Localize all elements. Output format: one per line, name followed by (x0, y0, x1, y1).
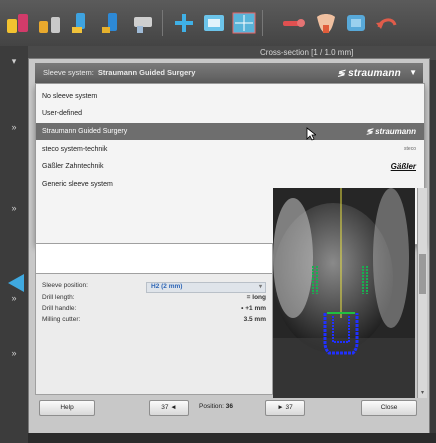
combo-logo-text: straumann (348, 68, 401, 79)
add-icon[interactable] (170, 9, 198, 37)
chevron-down-icon[interactable]: » (4, 291, 24, 305)
chevron-down-icon[interactable]: » (4, 346, 24, 360)
scrollbar-thumb[interactable] (419, 254, 426, 294)
position-display: Position: 36 (199, 400, 233, 414)
view-icon[interactable] (200, 9, 228, 37)
grid-icon[interactable] (230, 9, 258, 37)
chevron-down-icon[interactable]: » (4, 120, 24, 134)
option-logo-text: straumann (375, 127, 416, 136)
close-button[interactable]: Close (361, 400, 417, 416)
next-position-button[interactable]: ► 37 (265, 400, 305, 416)
combo-label-text: Sleeve system: (43, 68, 94, 77)
drill-handle-value: • +1 mm (241, 305, 266, 312)
straumann-mark-icon: ≶ (337, 68, 346, 78)
sleeve-blue-icon[interactable] (98, 9, 126, 37)
expand-icon[interactable]: ▾ (4, 54, 24, 68)
option-label: Straumann Guided Surgery (42, 128, 128, 135)
sleeve-icon[interactable] (67, 9, 95, 37)
option-steco[interactable]: steco system-technik steco (36, 141, 424, 158)
option-no-sleeve[interactable]: No sleeve system (36, 88, 424, 105)
milling-cutter-row: Milling cutter: 3.5 mm (42, 316, 266, 326)
combo-label: Sleeve system: Straumann Guided Surgery (43, 63, 195, 83)
sleeve-list-icon[interactable] (342, 9, 370, 37)
wrench-icon[interactable] (280, 9, 308, 37)
sleeve-position-select[interactable]: H2 (2 mm) ▾ (146, 282, 266, 293)
steco-logo: steco (404, 146, 416, 152)
sleeve-position-label: Sleeve position: (42, 282, 88, 289)
option-label: Gäßler Zahntechnik (42, 163, 104, 170)
milling-cutter-value: 3.5 mm (243, 316, 266, 323)
drill-handle-label: Drill handle: (42, 305, 77, 312)
chevron-down-icon[interactable]: ▾ (419, 389, 426, 397)
ct-image (273, 188, 415, 398)
undo-icon[interactable] (372, 9, 400, 37)
bottom-strip (28, 433, 436, 443)
prev-position-button[interactable]: 37 ◄ (149, 400, 189, 416)
milling-cutter-label: Milling cutter: (42, 316, 81, 323)
option-label: No sleeve system (42, 93, 98, 100)
sleeve-preview-panel (35, 243, 273, 275)
option-straumann[interactable]: Straumann Guided Surgery ≶ straumann (36, 123, 424, 140)
gassler-logo: Gäßler (390, 162, 416, 171)
drill-length-label: Drill length: (42, 294, 75, 301)
straumann-mark-icon: ≶ (366, 127, 373, 136)
help-button[interactable]: Help (39, 400, 95, 416)
implant-pair-icon[interactable] (36, 9, 64, 37)
drill-length-row: Drill length: = long (42, 294, 266, 304)
panel-handle-icon[interactable] (8, 274, 24, 292)
straumann-logo: ≶ straumann (366, 123, 416, 140)
chevron-down-icon[interactable]: » (4, 201, 24, 215)
option-label: User-defined (42, 110, 83, 117)
drill-length-value: = long (246, 294, 266, 301)
mouse-cursor-icon (306, 127, 316, 141)
sleeve-position-value: H2 (2 mm) (151, 283, 183, 290)
position-value: 36 (225, 403, 233, 410)
drill-handle-row: Drill handle: • +1 mm (42, 305, 266, 315)
combo-value: Straumann Guided Surgery (97, 68, 196, 77)
option-label: steco system-technik (42, 146, 108, 153)
drill-icon[interactable] (130, 9, 158, 37)
chevron-down-icon: ▾ (258, 284, 262, 290)
ct-cross-section-view[interactable] (273, 188, 415, 398)
chevron-down-icon[interactable]: ▼ (409, 63, 417, 83)
implant-icon[interactable] (4, 9, 32, 37)
tooth-icon[interactable] (312, 9, 340, 37)
vertical-scrollbar[interactable]: ▾ (417, 188, 427, 398)
sleeve-system-combo[interactable]: Sleeve system: Straumann Guided Surgery ≶… (35, 63, 423, 83)
left-sidebar: ▾ » » » » (0, 46, 28, 443)
option-user-defined[interactable]: User-defined (36, 105, 424, 122)
option-label: Generic sleeve system (42, 181, 113, 188)
option-gassler[interactable]: Gäßler Zahntechnik Gäßler (36, 158, 424, 175)
straumann-logo: ≶ straumann (337, 63, 401, 84)
position-label: Position: (199, 403, 224, 410)
sleeve-properties-panel: Sleeve position: H2 (2 mm) ▾ Drill lengt… (35, 273, 273, 395)
sleeve-position-row: Sleeve position: H2 (2 mm) ▾ (42, 282, 266, 293)
sleeve-system-dialog: Sleeve system: Straumann Guided Surgery ≶… (28, 58, 430, 435)
main-toolbar (0, 0, 436, 47)
